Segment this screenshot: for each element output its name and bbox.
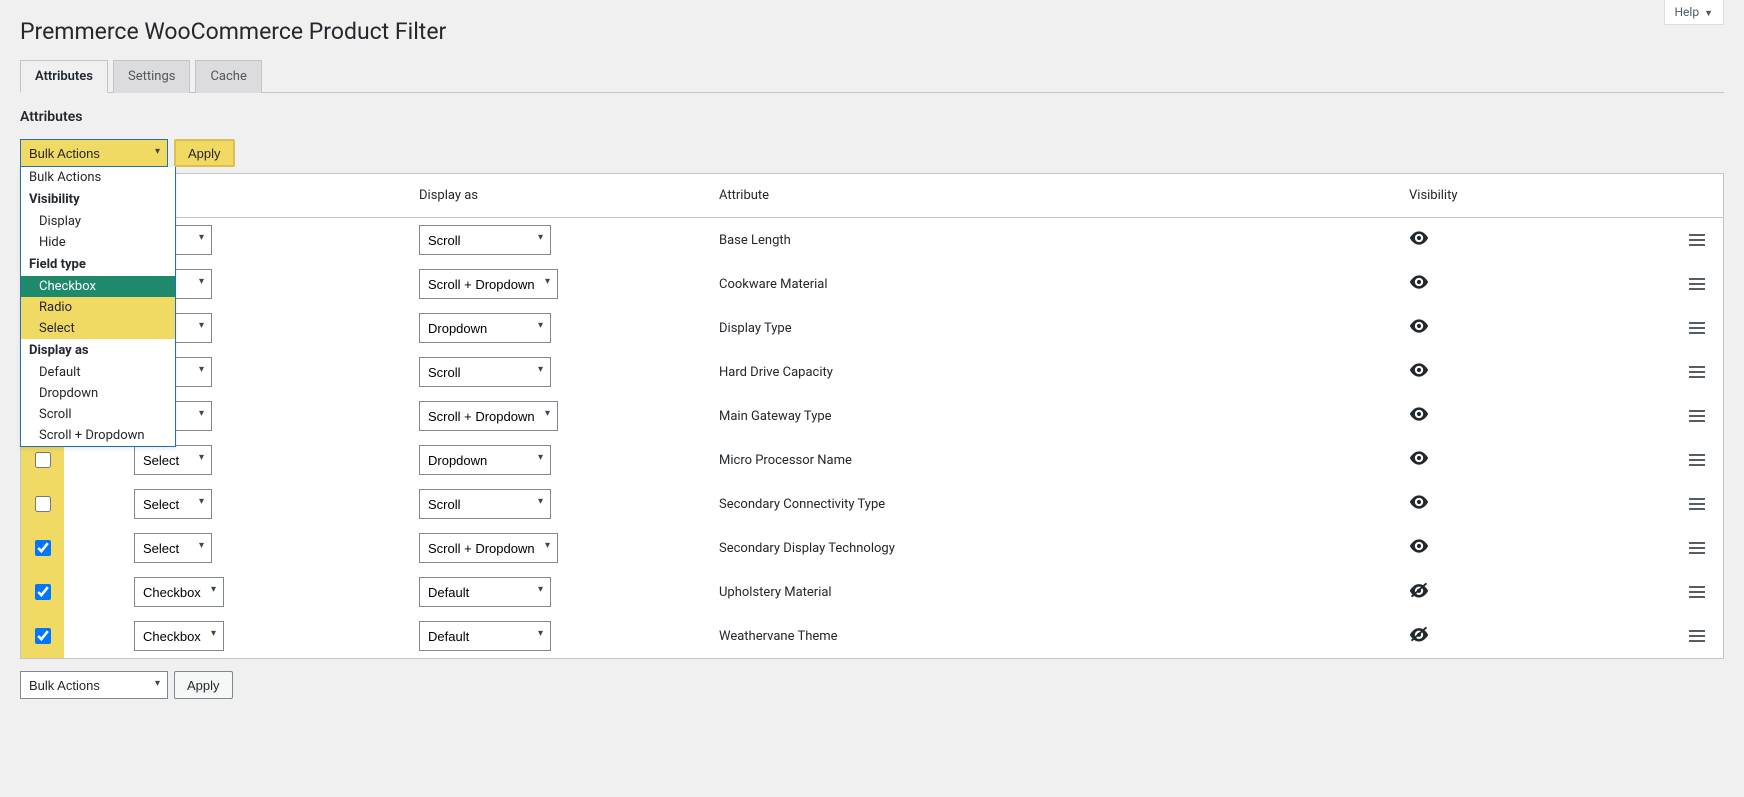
attribute-name: Base Length: [709, 218, 1399, 263]
bulk-actions-select-top[interactable]: Bulk Actions: [20, 139, 168, 167]
eye-icon[interactable]: [1409, 278, 1429, 293]
drag-handle-icon[interactable]: [1689, 586, 1705, 598]
drag-handle-icon[interactable]: [1689, 498, 1705, 510]
bulk-option-checkbox[interactable]: Checkbox: [21, 276, 175, 297]
eye-icon[interactable]: [1409, 234, 1429, 249]
bulk-group-field-type: Field type: [21, 253, 175, 276]
drag-handle-icon[interactable]: [1689, 278, 1705, 290]
column-drag: [1679, 174, 1724, 218]
column-display-as: Display as: [409, 174, 709, 218]
display-as-select[interactable]: Default: [419, 577, 551, 607]
section-heading: Attributes: [20, 109, 1724, 125]
attribute-name: Upholstery Material: [709, 570, 1399, 614]
help-label: Help: [1675, 5, 1700, 19]
attribute-name: Display Type: [709, 306, 1399, 350]
field-type-select[interactable]: Select: [134, 489, 212, 519]
attribute-name: Secondary Display Technology: [709, 526, 1399, 570]
apply-button-bottom[interactable]: Apply: [174, 671, 233, 699]
apply-button-top[interactable]: Apply: [174, 139, 235, 167]
bulk-option-radio[interactable]: Radio: [21, 297, 175, 318]
drag-handle-icon[interactable]: [1689, 454, 1705, 466]
bulk-option-default[interactable]: Default: [21, 362, 175, 383]
attribute-name: Weathervane Theme: [709, 614, 1399, 659]
tab-cache[interactable]: Cache: [195, 60, 261, 93]
bulk-option-hide[interactable]: Hide: [21, 232, 175, 253]
display-as-select[interactable]: Scroll: [419, 357, 551, 387]
drag-handle-icon[interactable]: [1689, 410, 1705, 422]
bulk-group-display-as: Display as: [21, 339, 175, 362]
bulk-group-visibility: Visibility: [21, 188, 175, 211]
chevron-down-icon: ▼: [1704, 9, 1713, 19]
display-as-select[interactable]: Scroll: [419, 225, 551, 255]
attributes-table: Display as Attribute Visibility Scroll Ba…: [20, 173, 1724, 659]
display-as-select[interactable]: Scroll + Dropdown: [419, 401, 558, 431]
column-attribute: Attribute: [709, 174, 1399, 218]
eye-off-icon[interactable]: [1409, 587, 1429, 602]
field-type-select[interactable]: Checkbox: [134, 577, 224, 607]
drag-handle-icon[interactable]: [1689, 542, 1705, 554]
display-as-select[interactable]: Scroll: [419, 489, 551, 519]
bulk-option-scroll-dropdown[interactable]: Scroll + Dropdown: [21, 425, 175, 446]
eye-icon[interactable]: [1409, 454, 1429, 469]
bulk-actions-dropdown: Bulk Actions Visibility Display Hide Fie…: [20, 167, 176, 447]
field-type-select[interactable]: Checkbox: [134, 621, 224, 651]
attribute-name: Secondary Connectivity Type: [709, 482, 1399, 526]
row-checkbox[interactable]: [35, 628, 51, 644]
help-toggle[interactable]: Help ▼: [1664, 0, 1725, 25]
display-as-select[interactable]: Dropdown: [419, 445, 551, 475]
bulk-actions-select-bottom[interactable]: Bulk Actions: [20, 671, 168, 699]
row-checkbox[interactable]: [35, 452, 51, 468]
row-checkbox[interactable]: [35, 584, 51, 600]
drag-handle-icon[interactable]: [1689, 630, 1705, 642]
display-as-select[interactable]: Dropdown: [419, 313, 551, 343]
eye-icon[interactable]: [1409, 322, 1429, 337]
bulk-option-scroll[interactable]: Scroll: [21, 404, 175, 425]
row-checkbox[interactable]: [35, 496, 51, 512]
attribute-name: Cookware Material: [709, 262, 1399, 306]
tab-settings[interactable]: Settings: [113, 60, 190, 93]
bulk-option-bulk-actions[interactable]: Bulk Actions: [21, 167, 175, 188]
field-type-select[interactable]: Select: [134, 445, 212, 475]
tab-attributes[interactable]: Attributes: [20, 60, 108, 93]
attribute-name: Hard Drive Capacity: [709, 350, 1399, 394]
bulk-option-display[interactable]: Display: [21, 211, 175, 232]
display-as-select[interactable]: Scroll + Dropdown: [419, 269, 558, 299]
eye-off-icon[interactable]: [1409, 631, 1429, 646]
drag-handle-icon[interactable]: [1689, 234, 1705, 246]
field-type-select[interactable]: Select: [134, 533, 212, 563]
eye-icon[interactable]: [1409, 366, 1429, 381]
eye-icon[interactable]: [1409, 498, 1429, 513]
drag-handle-icon[interactable]: [1689, 366, 1705, 378]
attribute-name: Main Gateway Type: [709, 394, 1399, 438]
row-checkbox[interactable]: [35, 540, 51, 556]
bulk-option-dropdown[interactable]: Dropdown: [21, 383, 175, 404]
drag-handle-icon[interactable]: [1689, 322, 1705, 334]
display-as-select[interactable]: Scroll + Dropdown: [419, 533, 558, 563]
page-title: Premmerce WooCommerce Product Filter: [20, 18, 1724, 45]
eye-icon[interactable]: [1409, 542, 1429, 557]
column-visibility: Visibility: [1399, 174, 1679, 218]
attribute-name: Micro Processor Name: [709, 438, 1399, 482]
eye-icon[interactable]: [1409, 410, 1429, 425]
display-as-select[interactable]: Default: [419, 621, 551, 651]
bulk-option-select[interactable]: Select: [21, 318, 175, 339]
tabs: Attributes Settings Cache: [20, 59, 1724, 92]
